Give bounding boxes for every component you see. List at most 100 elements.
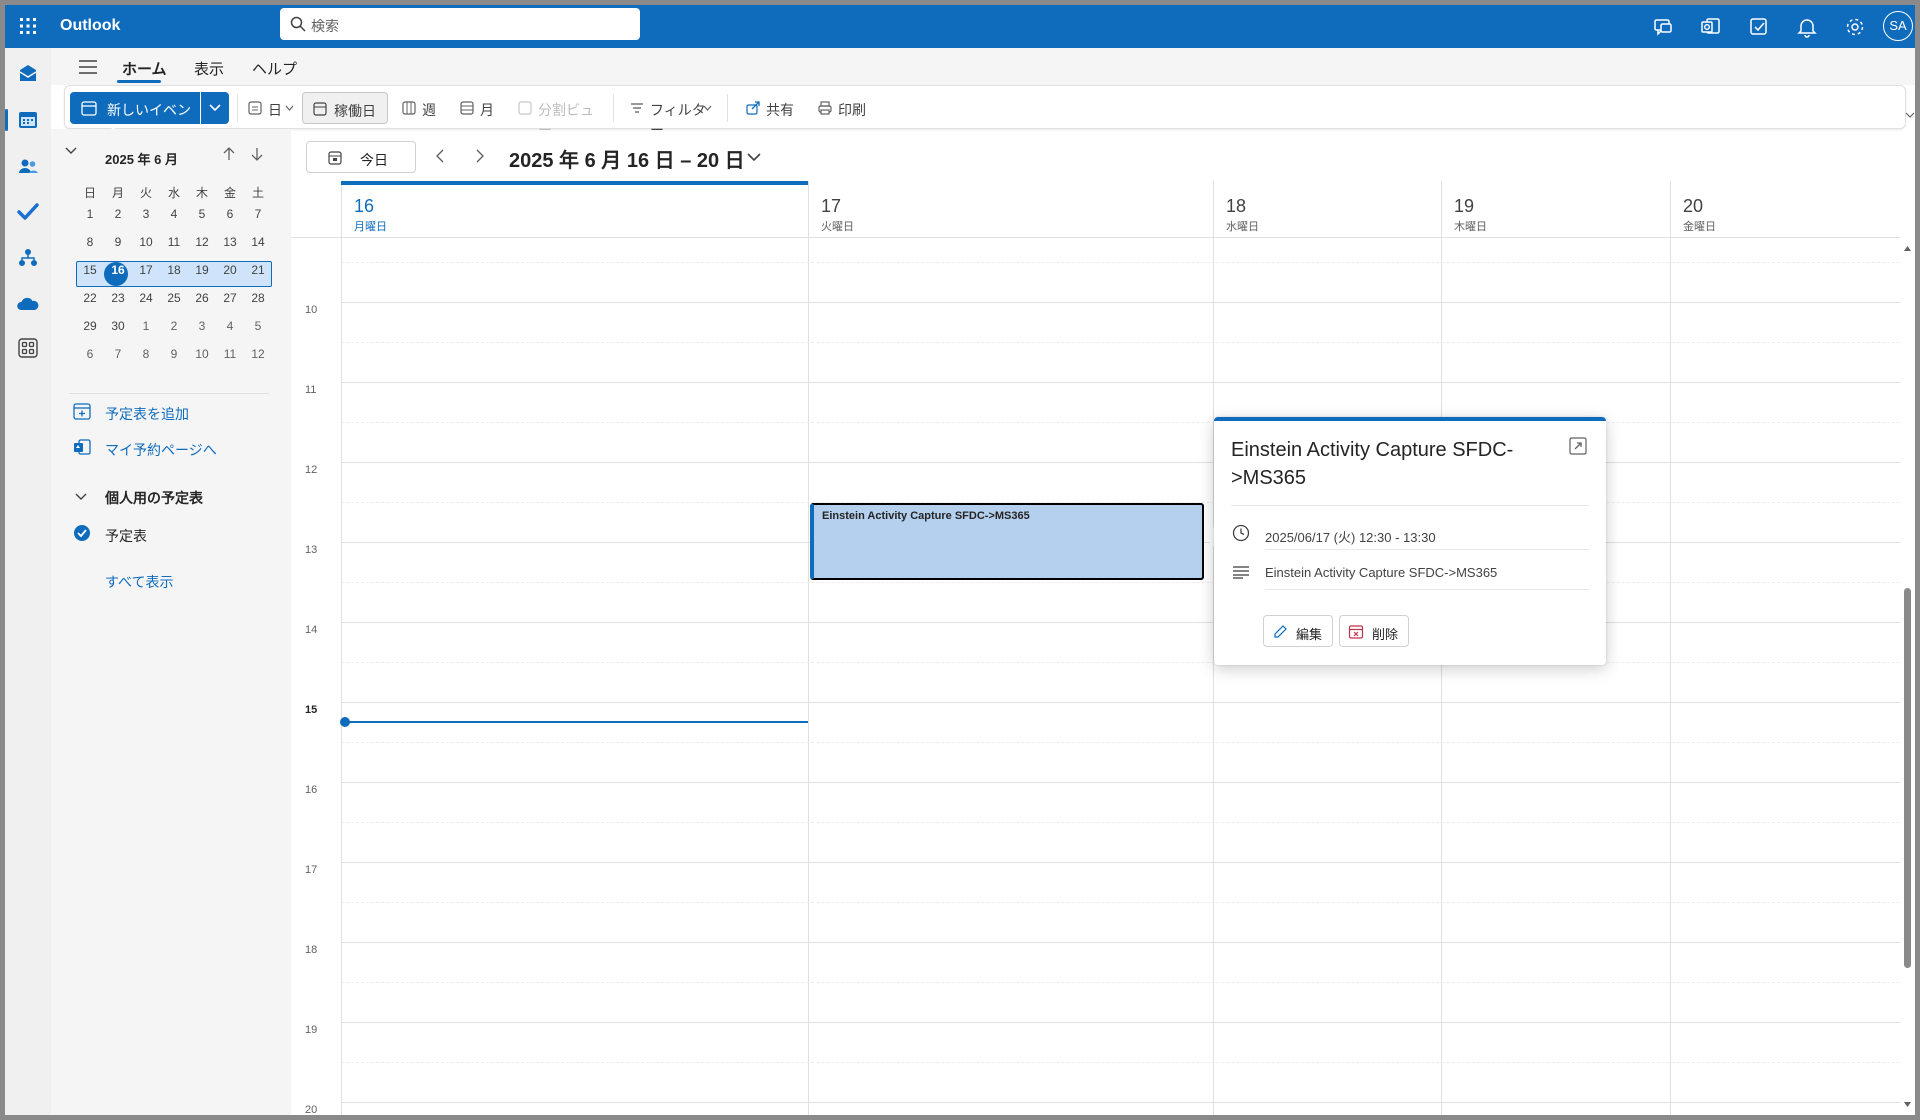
share-button[interactable]: 共有 (739, 92, 799, 124)
mini-calendar-day[interactable]: 3 (188, 314, 216, 338)
onedrive-icon[interactable] (16, 292, 40, 316)
scroll-down-icon[interactable] (1904, 1102, 1911, 1107)
mini-calendar-day[interactable]: 22 (76, 286, 104, 310)
mini-calendar-day[interactable]: 9 (104, 230, 132, 254)
mini-calendar-day[interactable]: 17 (132, 258, 160, 282)
mini-calendar-day[interactable]: 10 (188, 342, 216, 366)
mini-calendar-day[interactable]: 26 (188, 286, 216, 310)
mini-calendar-day[interactable]: 1 (76, 202, 104, 226)
mini-calendar-day[interactable]: 5 (188, 202, 216, 226)
mini-calendar-day[interactable]: 24 (132, 286, 160, 310)
mini-calendar-day[interactable]: 23 (104, 286, 132, 310)
chevron-left-icon[interactable] (435, 149, 445, 163)
more-apps-icon[interactable] (16, 336, 40, 360)
chevron-down-icon[interactable] (65, 147, 77, 155)
mini-calendar-day[interactable]: 7 (244, 202, 272, 226)
mini-calendar-day[interactable]: 4 (160, 202, 188, 226)
mini-calendar-day[interactable]: 5 (244, 314, 272, 338)
mini-calendar-today[interactable]: 16 (104, 258, 132, 282)
mini-calendar-day[interactable]: 12 (188, 230, 216, 254)
mini-calendar-day[interactable]: 13 (216, 230, 244, 254)
mini-calendar-day[interactable]: 2 (160, 314, 188, 338)
filter-button[interactable]: フィルター (623, 92, 715, 138)
mini-calendar-day[interactable]: 6 (216, 202, 244, 226)
todo-icon[interactable] (1747, 15, 1771, 39)
mini-calendar-day[interactable]: 8 (76, 230, 104, 254)
mini-calendar-day[interactable]: 21 (244, 258, 272, 282)
mini-calendar-day[interactable]: 10 (132, 230, 160, 254)
mini-calendar-day[interactable]: 3 (132, 202, 160, 226)
mini-calendar-day[interactable]: 19 (188, 258, 216, 282)
day-header[interactable]: 17 火曜日 (808, 181, 1213, 238)
scroll-up-icon[interactable] (1904, 246, 1911, 251)
date-range-title[interactable]: 2025 年 6 月 16 日 – 20 日 (509, 144, 745, 173)
delete-button[interactable]: 削除 (1339, 615, 1409, 647)
calendar-name[interactable]: 予定表 (105, 526, 147, 546)
calendar-icon[interactable] (16, 108, 40, 132)
hamburger-menu-icon[interactable] (79, 60, 97, 74)
todo-rail-icon[interactable] (16, 200, 40, 224)
mini-calendar-day[interactable]: 27 (216, 286, 244, 310)
day-header[interactable]: 16 月曜日 (341, 181, 808, 238)
org-explorer-icon[interactable] (16, 246, 40, 270)
mini-calendar-day[interactable]: 28 (244, 286, 272, 310)
print-button[interactable]: 印刷 (811, 92, 873, 124)
app-title[interactable]: Outlook (60, 17, 120, 35)
show-all-link[interactable]: すべて表示 (105, 572, 173, 592)
bell-icon[interactable] (1795, 15, 1819, 39)
ribbon-expand-icon[interactable] (1905, 110, 1915, 120)
arrow-up-icon[interactable] (223, 147, 235, 161)
today-button[interactable]: 今日 (306, 141, 416, 173)
chevron-down-icon[interactable] (75, 493, 87, 501)
tab-help[interactable]: ヘルプ (252, 58, 297, 79)
day-header[interactable]: 19 木曜日 (1441, 181, 1670, 238)
mini-calendar-day[interactable]: 8 (132, 342, 160, 366)
mini-calendar-day[interactable]: 11 (160, 230, 188, 254)
check-circle-icon[interactable] (73, 524, 91, 542)
tab-home[interactable]: ホーム (122, 58, 167, 79)
gear-icon[interactable] (1843, 15, 1867, 39)
mini-calendar-day[interactable]: 6 (76, 342, 104, 366)
tab-view[interactable]: 表示 (194, 58, 224, 79)
calendar-event[interactable]: Einstein Activity Capture SFDC->MS365 (810, 503, 1204, 580)
mini-calendar-day[interactable]: 1 (132, 314, 160, 338)
feedback-icon[interactable] (1651, 15, 1675, 39)
mail-icon[interactable] (16, 62, 40, 86)
new-event-button[interactable]: 新しいイベント (70, 92, 200, 138)
day-header[interactable]: 18 水曜日 (1213, 181, 1441, 238)
mini-calendar-day[interactable]: 18 (160, 258, 188, 282)
mini-calendar-day[interactable]: 15 (76, 258, 104, 282)
arrow-down-icon[interactable] (251, 147, 263, 161)
edit-button[interactable]: 編集 (1263, 615, 1333, 647)
vertical-scrollbar[interactable] (1900, 238, 1915, 1115)
mini-calendar-day[interactable]: 9 (160, 342, 188, 366)
mini-calendar-day[interactable]: 14 (244, 230, 272, 254)
chevron-right-icon[interactable] (475, 149, 485, 163)
mini-calendar-title[interactable]: 2025 年 6 月 (105, 149, 178, 168)
avatar[interactable]: SA (1883, 11, 1913, 41)
work-week-view-button[interactable]: 稼働日 (302, 92, 388, 124)
mini-calendar-day[interactable]: 4 (216, 314, 244, 338)
people-icon[interactable] (16, 154, 40, 178)
month-view-button[interactable]: 月 (453, 92, 503, 124)
chevron-down-icon[interactable] (747, 153, 761, 162)
split-view-button[interactable]: 分割ビュー (511, 92, 601, 138)
mini-calendar-day[interactable]: 29 (76, 314, 104, 338)
day-view-button[interactable]: 日 (241, 92, 299, 124)
mini-calendar-day[interactable]: 2 (104, 202, 132, 226)
search-box[interactable]: 検索 (280, 8, 640, 40)
mini-calendar-day[interactable]: 12 (244, 342, 272, 366)
app-launcher-icon[interactable] (19, 17, 37, 35)
mini-calendar-day[interactable]: 11 (216, 342, 244, 366)
calendar-group-title[interactable]: 個人用の予定表 (105, 488, 203, 508)
outlook-app-icon[interactable] (1699, 15, 1723, 39)
mini-calendar-day[interactable]: 30 (104, 314, 132, 338)
mini-calendar-day[interactable]: 7 (104, 342, 132, 366)
expand-icon[interactable] (1569, 437, 1587, 455)
week-view-button[interactable]: 週 (395, 92, 445, 124)
new-event-dropdown[interactable] (201, 92, 229, 124)
day-header[interactable]: 20 金曜日 (1670, 181, 1900, 238)
booking-page-link[interactable]: マイ予約ページへ (105, 440, 217, 460)
add-calendar-link[interactable]: 予定表を追加 (105, 404, 189, 424)
scrollbar-thumb[interactable] (1904, 588, 1911, 968)
